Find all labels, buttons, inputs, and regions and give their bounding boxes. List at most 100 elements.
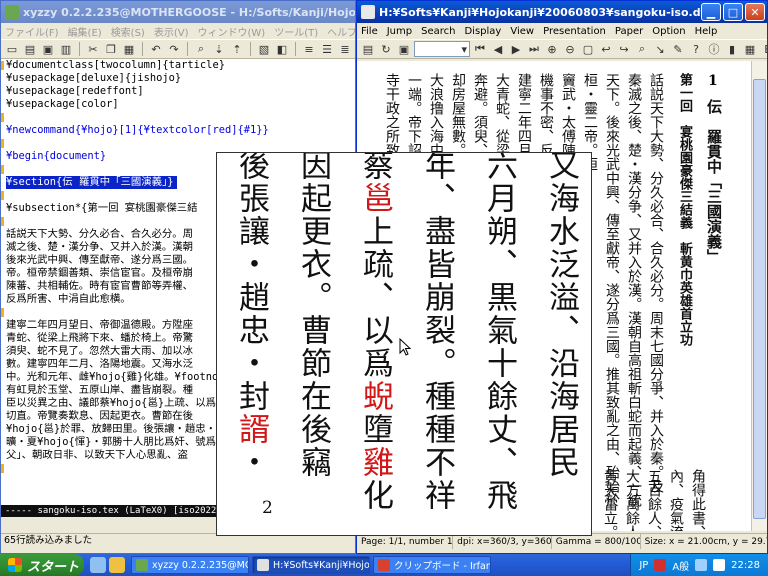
copy-icon[interactable]: ❐ <box>103 41 119 57</box>
tray-network-icon[interactable] <box>695 559 708 571</box>
editor-line[interactable]: ¥usepackage[redeffont] <box>1 85 355 98</box>
windows-logo-icon <box>8 558 22 572</box>
search-icon[interactable]: ⌕ <box>193 41 209 57</box>
zoom-out-icon[interactable]: ⊖ <box>562 41 578 57</box>
save-icon[interactable]: ▣ <box>40 41 56 57</box>
search-next-icon[interactable]: ↘ <box>652 41 668 57</box>
magnified-text-column: 六月朔、黒氣十餘丈、飛 <box>481 152 517 512</box>
status-field: dpi: x=360/3, y=360/3 <box>453 534 552 549</box>
vertical-scrollbar[interactable] <box>751 61 767 531</box>
new-file-icon[interactable]: ▭ <box>4 41 20 57</box>
grid-icon[interactable]: ▦ <box>742 41 758 57</box>
xyzzy-menu-item[interactable]: ヘルプ(?) <box>327 24 355 39</box>
editor-line-text: 建寧二年四月望日、帝御温德殿。方陞座 <box>6 319 194 331</box>
redo-icon[interactable]: ↷ <box>166 41 182 57</box>
dvi-page-number: 1 <box>708 73 718 89</box>
dviout-menu-item[interactable]: Search <box>421 26 455 37</box>
taskbar-task-button[interactable]: xyzzy 0.2.2.235@MOT... <box>131 556 249 574</box>
quicklaunch-desktop-icon[interactable] <box>90 557 106 573</box>
info-icon[interactable]: ⓘ <box>706 41 722 57</box>
maximize-button[interactable]: □ <box>723 3 743 21</box>
save-all-icon[interactable]: ▥ <box>58 41 74 57</box>
taskbar-task-button[interactable]: H:¥Softs¥Kanji¥Hojok... <box>252 556 370 574</box>
zoom-in-icon[interactable]: ⊕ <box>544 41 560 57</box>
open-icon[interactable]: ▤ <box>360 41 376 57</box>
tool-icon[interactable]: ✎ <box>670 41 686 57</box>
dviout-menu-item[interactable]: View <box>510 26 534 37</box>
editor-line[interactable]: ¥usepackage[deluxe]{jishojo} <box>1 72 355 85</box>
dvi-text-column: 黄天當立。 <box>602 469 618 531</box>
task-app-icon <box>378 559 390 571</box>
editor-line[interactable] <box>1 137 355 150</box>
magnified-text-column: 因起更衣。曹節在後竊 <box>295 152 331 479</box>
fit-icon[interactable]: ▢ <box>580 41 596 57</box>
magnifier-page-label: 2 <box>262 498 273 518</box>
close-button[interactable]: ✕ <box>745 3 765 21</box>
grep-icon[interactable]: ▧ <box>256 41 272 57</box>
dvi-subsection-title: 第一回 宴桃園豪傑三結義 斬黄巾英雄首立功 <box>677 73 692 346</box>
page-select-dropdown[interactable]: ▾ <box>414 41 470 57</box>
editor-line-text: 須臾、蛇不見了。忽然大雷大雨、加以冰 <box>6 345 194 357</box>
search-prev-icon[interactable]: ⇡ <box>229 41 245 57</box>
dviout-menu-item[interactable]: Display <box>464 26 501 37</box>
align-center-icon[interactable]: ☰ <box>319 41 335 57</box>
editor-line[interactable] <box>1 111 355 124</box>
dvi-text-column: 五百餘人、霊 <box>646 469 662 531</box>
prev-page-icon[interactable]: ◀ <box>490 41 506 57</box>
letter-b-icon[interactable]: B <box>760 41 767 57</box>
xyzzy-titlebar[interactable]: xyzzy 0.2.2.235@MOTHERGOOSE - H:/Softs/K… <box>1 1 355 23</box>
ime-mode[interactable]: A般 <box>672 558 689 573</box>
xyzzy-menu-item[interactable]: ファイル(F) <box>5 24 59 39</box>
help-icon[interactable]: ? <box>688 41 704 57</box>
cut-icon[interactable]: ✂ <box>85 41 101 57</box>
print-icon[interactable]: ▣ <box>396 41 412 57</box>
xyzzy-menu-item[interactable]: ウィンドウ(W) <box>198 24 266 39</box>
dviout-menu-item[interactable]: Help <box>695 26 718 37</box>
dviout-titlebar[interactable]: H:¥Softs¥Kanji¥Hojokanji¥20060803¥sangok… <box>357 1 767 23</box>
scrollbar-thumb[interactable] <box>753 79 766 519</box>
forward-icon[interactable]: ↪ <box>616 41 632 57</box>
first-page-icon[interactable]: ⏮ <box>472 41 488 57</box>
start-button[interactable]: スタート <box>0 554 84 576</box>
dviout-menu-item[interactable]: Jump <box>387 26 412 37</box>
minimize-button[interactable]: ▁ <box>701 3 721 21</box>
editor-line-text: 中。光和元年、雌¥hojo{雞}化雄。¥footnote <box>6 371 231 383</box>
next-page-icon[interactable]: ▶ <box>508 41 524 57</box>
editor-line-text: 父」、朝政日非、以致天下人心思亂、盗 <box>6 449 188 461</box>
search-icon[interactable]: ⌕ <box>634 41 650 57</box>
taskbar: スタート xyzzy 0.2.2.235@MOT... H:¥Softs¥Kanj… <box>0 554 768 576</box>
editor-line[interactable]: ¥documentclass[twocolumn]{tarticle} <box>1 59 355 72</box>
dviout-menu-item[interactable]: Presentation <box>543 26 606 37</box>
quicklaunch-browser-icon[interactable] <box>109 557 125 573</box>
mark-icon[interactable]: ◧ <box>274 41 290 57</box>
ime-language[interactable]: JP <box>639 560 648 571</box>
status-field: Gamma = 800/1000 <box>552 534 641 549</box>
dviout-toolbar: ▤ ↻ ▣ ▾ ⏮ ◀ ▶ ⏭ ⊕ ⊖ ▢ ↩ ↪ ⌕ ↘ ✎ ? ⓘ ▮ ▦ … <box>357 39 767 59</box>
reload-icon[interactable]: ↻ <box>378 41 394 57</box>
xyzzy-menu-item[interactable]: 編集(E) <box>68 24 102 39</box>
start-label: スタート <box>27 559 80 575</box>
xyzzy-menu-item[interactable]: ツール(T) <box>274 24 318 39</box>
tray-volume-icon[interactable] <box>713 559 726 571</box>
editor-line-text: ¥usepackage[color] <box>6 98 119 110</box>
undo-icon[interactable]: ↶ <box>148 41 164 57</box>
open-folder-icon[interactable]: ▤ <box>22 41 38 57</box>
dviout-menu-item[interactable]: Option <box>652 26 685 37</box>
align-right-icon[interactable]: ≣ <box>337 41 353 57</box>
ime-icon[interactable] <box>654 559 667 571</box>
search-next-icon[interactable]: ⇣ <box>211 41 227 57</box>
back-icon[interactable]: ↩ <box>598 41 614 57</box>
align-left-icon[interactable]: ≡ <box>301 41 317 57</box>
last-page-icon[interactable]: ⏭ <box>526 41 542 57</box>
editor-line[interactable]: ¥usepackage[color] <box>1 98 355 111</box>
dviout-menu-item[interactable]: File <box>361 26 378 37</box>
editor-line[interactable]: ¥newcommand{¥hojo}[1]{¥textcolor[red]{#1… <box>1 124 355 137</box>
editor-line-text: 有虹見於玉堂、五原山岸、盡皆崩裂。種 <box>6 384 194 396</box>
task-app-icon <box>257 559 269 571</box>
xyzzy-menu-item[interactable]: 表示(V) <box>154 24 189 39</box>
xyzzy-menu-item[interactable]: 検索(S) <box>111 24 145 39</box>
taskbar-task-button[interactable]: クリップボード - IrfanVi... <box>373 556 491 574</box>
paste-icon[interactable]: ▦ <box>121 41 137 57</box>
dviout-menu-item[interactable]: Paper <box>615 26 643 37</box>
bookmark-icon[interactable]: ▮ <box>724 41 740 57</box>
